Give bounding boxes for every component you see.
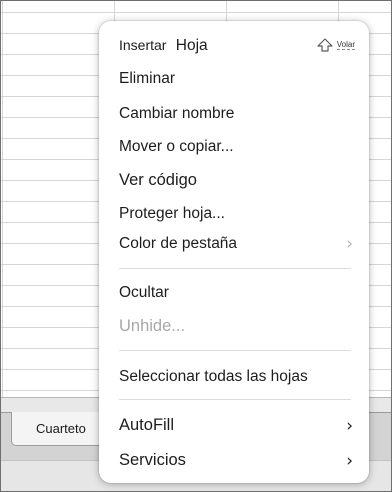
excel-window: Cuarteto Insertar Hoja Volar Eliminar Ca… <box>0 0 392 492</box>
menu-item-rename[interactable]: Cambiar nombre <box>119 105 353 123</box>
fly-label: Volar <box>336 40 355 50</box>
menu-separator <box>119 399 351 400</box>
fly-button[interactable]: Volar <box>317 38 355 52</box>
menu-item-protect-sheet[interactable]: Proteger hoja... <box>119 205 353 223</box>
menu-item-tab-color-label: Color de pestaña <box>119 235 238 252</box>
chevron-right-icon: › <box>346 415 353 436</box>
sheet-context-menu: Insertar Hoja Volar Eliminar Cambiar nom… <box>99 21 369 483</box>
menu-item-view-code-label: Ver código <box>119 171 197 189</box>
menu-item-move-copy[interactable]: Mover o copiar... <box>119 138 353 156</box>
menu-item-select-all-sheets[interactable]: Seleccionar todas las hojas <box>119 368 353 386</box>
arrow-up-outline-icon <box>317 38 333 52</box>
menu-item-view-code[interactable]: Ver código <box>119 171 353 190</box>
menu-item-delete-label: Eliminar <box>119 70 175 87</box>
menu-item-select-all-label: Seleccionar todas las hojas <box>119 368 308 385</box>
sheet-tab-label: Cuarteto <box>36 421 86 436</box>
menu-item-unhide: Unhide... <box>119 317 353 336</box>
menu-item-autofill[interactable]: AutoFill › <box>119 415 353 436</box>
menu-item-move-copy-label: Mover o copiar... <box>119 138 234 155</box>
chevron-right-icon: › <box>346 234 353 254</box>
menu-item-protect-label: Proteger hoja... <box>119 205 225 222</box>
menu-item-autofill-label: AutoFill <box>119 416 175 434</box>
menu-item-insert-label: Insertar <box>119 37 167 53</box>
menu-item-services-label: Servicios <box>119 451 186 469</box>
menu-item-rename-label: Cambiar nombre <box>119 105 235 122</box>
chevron-right-icon: › <box>346 450 353 471</box>
sheet-tab-active[interactable]: Cuarteto <box>11 412 107 446</box>
menu-item-services[interactable]: Servicios › <box>119 450 353 471</box>
menu-separator <box>119 268 351 269</box>
menu-item-hide-label: Ocultar <box>119 284 169 301</box>
menu-item-hide[interactable]: Ocultar <box>119 284 353 302</box>
menu-item-tab-color[interactable]: Color de pestaña › <box>119 234 353 254</box>
menu-item-insert-suffix: Hoja <box>175 37 208 54</box>
menu-item-unhide-label: Unhide... <box>119 317 186 335</box>
menu-separator <box>119 350 351 351</box>
menu-item-delete[interactable]: Eliminar <box>119 70 353 88</box>
